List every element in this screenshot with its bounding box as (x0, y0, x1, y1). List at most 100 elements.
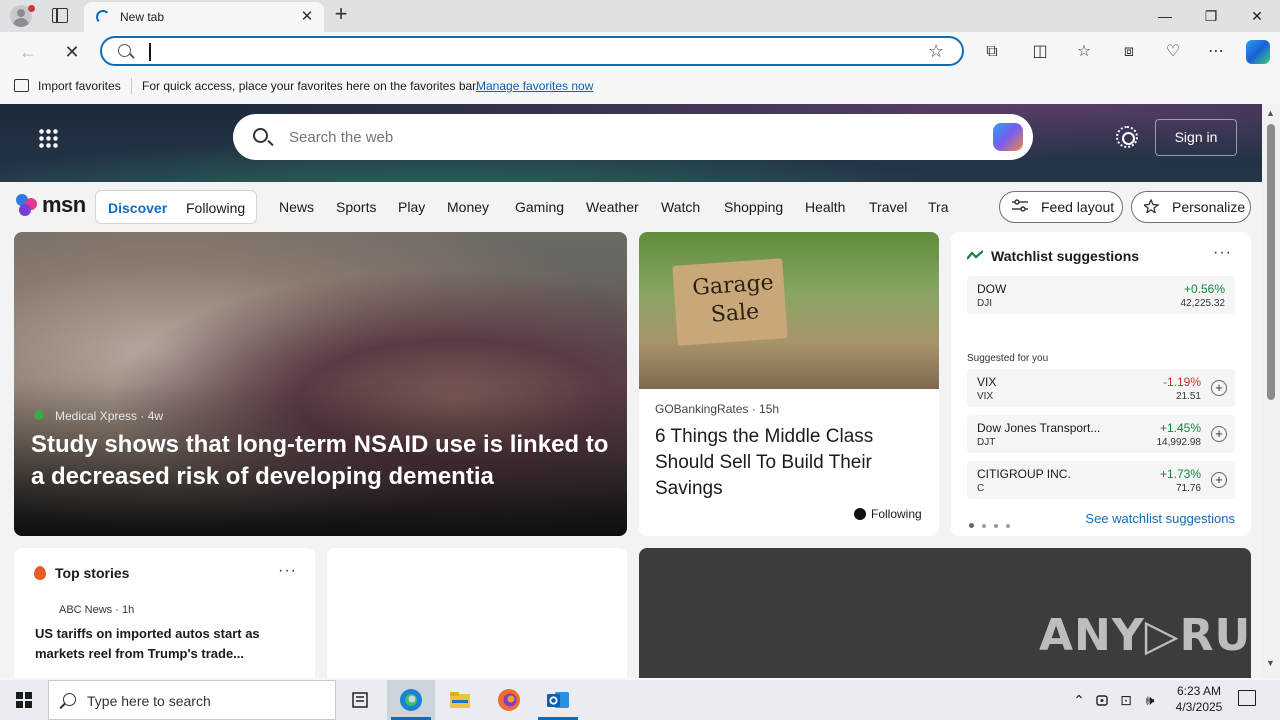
stock-chart-icon (967, 250, 983, 260)
taskbar-outlook[interactable] (534, 680, 582, 720)
copilot-icon[interactable] (993, 123, 1023, 151)
stock-symbol: DJT (977, 437, 996, 448)
tab-close-icon[interactable]: ✕ (298, 8, 316, 26)
collections-icon[interactable]: ⧈ (1117, 40, 1141, 64)
stock-row-citigroup[interactable]: CITIGROUP INC. C +1.73% 71.76 + (967, 461, 1235, 499)
category-sports[interactable]: Sports (336, 199, 376, 215)
network-icon[interactable]: ⊡ (1117, 690, 1135, 710)
see-watchlist-link[interactable]: See watchlist suggestions (1085, 511, 1235, 526)
scroll-up-icon[interactable]: ▲ (1266, 108, 1275, 118)
scroll-thumb[interactable] (1267, 124, 1275, 400)
following-status[interactable]: Following (871, 507, 922, 521)
add-to-watchlist-icon[interactable]: + (1211, 472, 1227, 488)
add-to-watchlist-icon[interactable]: + (1211, 426, 1227, 442)
meet-now-icon[interactable] (1094, 690, 1112, 710)
web-search-input[interactable] (289, 127, 969, 147)
settings-gear-icon[interactable] (1116, 126, 1138, 148)
hero-banner: Sign in (0, 104, 1262, 182)
category-play[interactable]: Play (398, 199, 425, 215)
category-travel[interactable]: Travel (869, 199, 907, 215)
web-search-box[interactable] (233, 114, 1033, 160)
tab-following[interactable]: Following (186, 200, 245, 216)
browser-essentials-icon[interactable]: ♡ (1161, 40, 1185, 64)
category-money[interactable]: Money (447, 199, 489, 215)
category-watch[interactable]: Watch (661, 199, 700, 215)
import-favorites-icon[interactable] (14, 79, 29, 92)
new-tab-button[interactable]: + (330, 3, 352, 26)
address-input[interactable] (148, 42, 908, 62)
import-favorites-button[interactable]: Import favorites (38, 79, 121, 93)
system-clock[interactable]: 6:23 AM 4/3/2025 (1168, 683, 1230, 715)
copilot-icon[interactable] (1246, 40, 1270, 64)
sign-in-button[interactable]: Sign in (1155, 119, 1237, 156)
carousel-pagination[interactable] (969, 516, 1019, 528)
story-source: Medical Xpress · 4w (55, 409, 164, 423)
favorites-icon[interactable]: ☆ (1072, 40, 1096, 64)
source-logo-icon (34, 410, 44, 420)
page-scrollbar[interactable]: ▲ ▼ (1262, 104, 1280, 678)
notifications-icon[interactable] (1238, 690, 1256, 706)
task-view-button[interactable] (336, 680, 384, 720)
back-button[interactable]: ← (16, 40, 40, 64)
add-favorite-star-icon[interactable]: ☆ (928, 40, 944, 62)
more-options-icon[interactable]: ··· (1213, 244, 1232, 262)
close-window-button[interactable]: ✕ (1234, 0, 1280, 32)
taskbar-search-box[interactable]: Type here to search (48, 680, 336, 720)
minimize-button[interactable]: — (1142, 0, 1188, 32)
manage-favorites-link[interactable]: Manage favorites now (476, 79, 593, 93)
category-news[interactable]: News (279, 199, 314, 215)
video-card[interactable]: ANY▷RUN (639, 548, 1251, 678)
category-truncated[interactable]: Tra (928, 199, 950, 215)
tab-new-tab[interactable]: New tab ✕ (84, 2, 324, 32)
title-bar: New tab ✕ + — ❐ ✕ (0, 0, 1280, 32)
hero-story-card[interactable]: Medical Xpress · 4w Study shows that lon… (14, 232, 627, 536)
more-icon[interactable]: ⋯ (1204, 40, 1228, 64)
stock-price: 21.51 (1175, 391, 1201, 402)
category-weather[interactable]: Weather (586, 199, 639, 215)
stop-loading-button[interactable]: ✕ (60, 40, 84, 64)
category-health[interactable]: Health (805, 199, 845, 215)
stock-change: -1.19% (1162, 375, 1201, 389)
windows-taskbar: Type here to search ⌃ ⊡ 🕪 6:23 AM 4/3/20… (0, 680, 1280, 720)
tab-actions-icon[interactable] (52, 8, 68, 23)
start-button[interactable] (0, 680, 48, 720)
taskbar-file-explorer[interactable] (436, 680, 484, 720)
tab-discover[interactable]: Discover (108, 200, 167, 216)
address-bar[interactable]: ☆ (100, 36, 964, 66)
story-title[interactable]: 6 Things the Middle Class Should Sell To… (655, 424, 925, 502)
add-to-watchlist-icon[interactable]: + (1211, 380, 1227, 396)
story-title[interactable]: Study shows that long-term NSAID use is … (31, 429, 621, 493)
extensions-icon[interactable]: ⧉ (980, 40, 1004, 64)
loading-spinner-icon (96, 10, 110, 24)
story-card[interactable]: Garage Sale GOBankingRates · 15h 6 Thing… (639, 232, 939, 536)
clock-date: 4/3/2025 (1175, 700, 1223, 714)
stock-symbol: DJI (977, 298, 992, 309)
stock-row-dow[interactable]: DOW DJI +0.56% 42,225.32 (967, 276, 1235, 314)
scroll-down-icon[interactable]: ▼ (1266, 658, 1275, 668)
category-gaming[interactable]: Gaming (515, 199, 564, 215)
msn-logo[interactable]: msn (16, 192, 86, 218)
category-shopping[interactable]: Shopping (724, 199, 783, 215)
stock-symbol: C (977, 483, 985, 494)
msn-butterfly-icon (16, 194, 40, 216)
text-caret (149, 43, 151, 61)
clock-time: 6:23 AM (1176, 684, 1222, 698)
story-headline[interactable]: US tariffs on imported autos start as ma… (35, 624, 295, 664)
personalize-button[interactable]: Personalize (1131, 191, 1251, 223)
app-launcher-icon[interactable] (38, 128, 58, 148)
msn-navigation: msn Discover Following News Sports Play … (0, 182, 1262, 230)
stock-row-vix[interactable]: VIX VIX -1.19% 21.51 + (967, 369, 1235, 407)
restore-button[interactable]: ❐ (1188, 0, 1234, 32)
stock-name: VIX (977, 375, 997, 389)
edge-icon (400, 689, 422, 711)
personalize-label: Personalize (1172, 199, 1246, 215)
taskbar-edge[interactable] (387, 680, 435, 720)
stock-row-djt[interactable]: Dow Jones Transport... DJT +1.45% 14,992… (967, 415, 1235, 453)
split-screen-icon[interactable]: ◫ (1028, 40, 1052, 64)
show-hidden-icons-chevron-icon[interactable]: ⌃ (1070, 690, 1088, 710)
more-options-icon[interactable]: ··· (278, 562, 297, 580)
feed-layout-button[interactable]: Feed layout (999, 191, 1123, 223)
taskbar-firefox[interactable] (485, 680, 533, 720)
volume-icon[interactable]: 🕪 (1141, 690, 1159, 710)
loading-card (327, 548, 627, 678)
